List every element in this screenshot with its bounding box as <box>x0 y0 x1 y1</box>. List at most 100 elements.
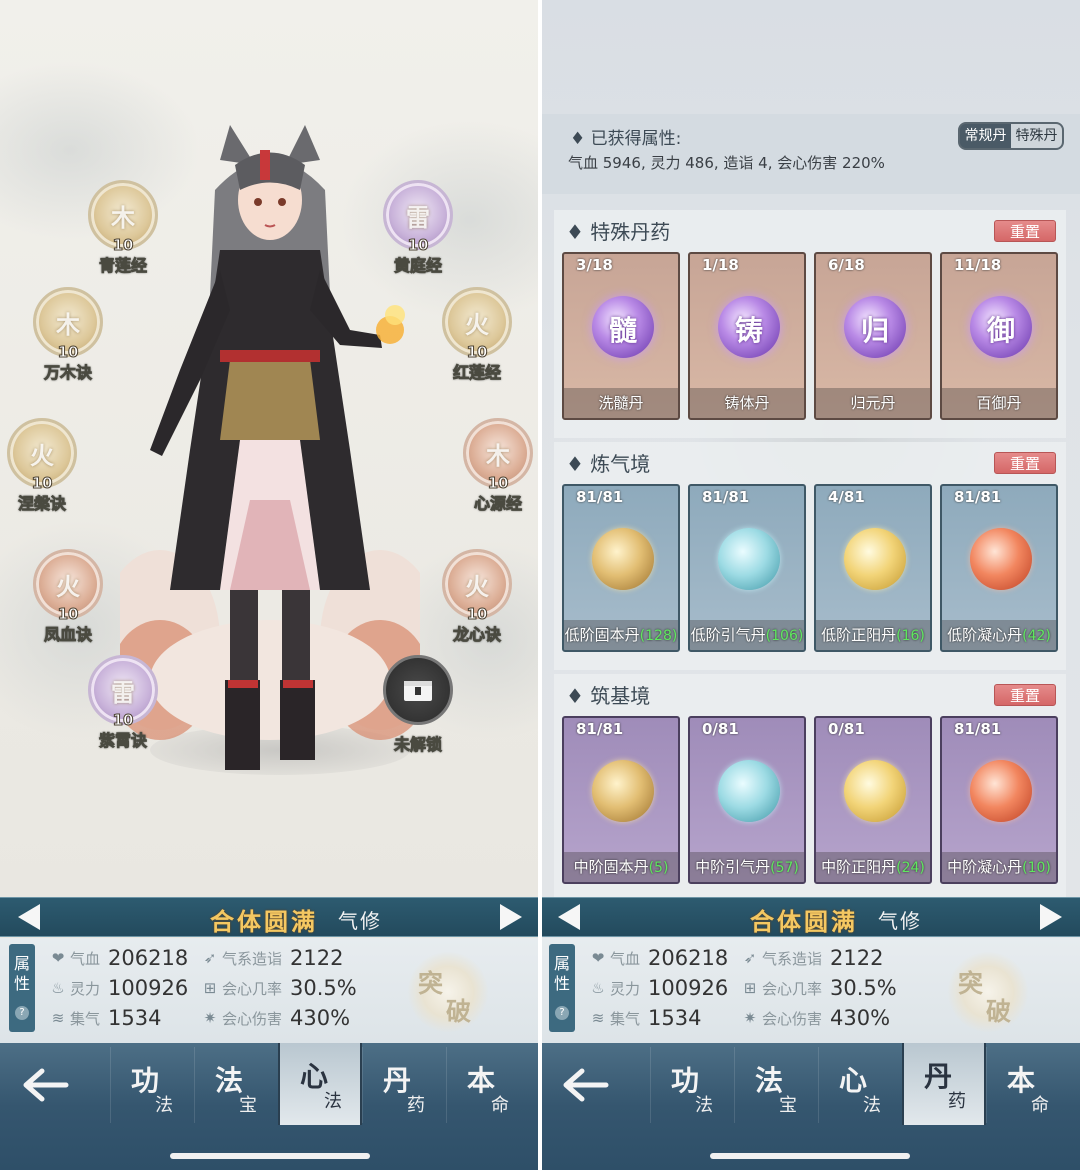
pill-card[interactable]: 81/81 中阶凝心丹(10) <box>940 716 1058 884</box>
pill-name: 低阶固本丹 <box>564 626 640 644</box>
next-arrow-icon[interactable] <box>500 904 522 930</box>
stat-crit-damage: ✷ 会心伤害 430% <box>200 1004 350 1032</box>
pill-orb-icon <box>592 760 654 822</box>
tab-fabao[interactable]: 法宝 <box>194 1047 278 1123</box>
tab-benming[interactable]: 本命 <box>446 1047 530 1123</box>
pill-name-bar: 低阶引气丹(106) <box>690 620 804 650</box>
heart-icon: ❤ <box>51 949 65 967</box>
pill-count: 6/18 <box>828 256 865 274</box>
next-arrow-icon[interactable] <box>1040 904 1062 930</box>
skill-node-xinyuan[interactable]: 木 10 心源经 <box>453 418 540 518</box>
pill-count: 81/81 <box>576 488 624 506</box>
skill-node-zixiao[interactable]: 雷 10 紫霄诀 <box>78 655 168 755</box>
skill-node-huangting[interactable]: 雷 10 黄庭经 <box>373 180 463 280</box>
flame-icon: ♨ <box>591 979 605 997</box>
pill-count: 11/18 <box>954 256 1002 274</box>
prev-arrow-icon[interactable] <box>18 904 40 930</box>
home-indicator[interactable] <box>170 1153 370 1159</box>
skill-name: 未解锁 <box>393 735 443 755</box>
pill-card[interactable]: 4/81 低阶正阳丹(16) <box>814 484 932 652</box>
pill-name-bar: 中阶正阳丹(24) <box>816 852 930 882</box>
pill-card[interactable]: 3/18 髓洗髓丹 <box>562 252 680 420</box>
tab-xinfa[interactable]: 心法 <box>818 1047 902 1123</box>
pill-type-toggle[interactable]: 常规丹 特殊丹 <box>958 122 1064 150</box>
obtained-attributes-title: ♦ 已获得属性: <box>570 129 682 149</box>
stats-area: 属性 ? ❤ 气血 206218 ♨ 灵力 100926 ≋ 集气 1534 ➶ 气系造诣 21… <box>540 938 1080 1043</box>
pill-name-bar: 低阶固本丹(128) <box>564 620 678 650</box>
stats-area: 属性 ? ❤ 气血 206218 ♨ 灵力 100926 ≋ 集气 1534 ➶ 气系造诣 21… <box>0 938 540 1043</box>
wind-icon: ➶ <box>203 949 217 967</box>
stat-qi-mastery: ➶ 气系造诣 2122 <box>200 944 344 972</box>
pill-card[interactable]: 0/81 中阶引气丹(57) <box>688 716 806 884</box>
back-arrow-icon[interactable] <box>22 1065 70 1105</box>
pill-card[interactable]: 81/81 中阶固本丹(5) <box>562 716 680 884</box>
heart-icon: ❤ <box>591 949 605 967</box>
pill-orb-icon <box>970 528 1032 590</box>
pill-card[interactable]: 11/18 御百御丹 <box>940 252 1058 420</box>
tab-benming[interactable]: 本命 <box>986 1047 1070 1123</box>
pill-card[interactable]: 1/18 铸铸体丹 <box>688 252 806 420</box>
skill-node-niepan[interactable]: 火 10 涅槃诀 <box>0 418 87 518</box>
back-arrow-icon[interactable] <box>562 1065 610 1105</box>
skill-node-fengxue[interactable]: 火 10 凤血诀 <box>23 549 113 649</box>
stat-mana: ♨ 灵力 100926 <box>48 974 188 1002</box>
tab-gongfa[interactable]: 功法 <box>110 1047 194 1123</box>
skill-node-wanmu[interactable]: 木 10 万木诀 <box>23 287 113 387</box>
pill-orb-icon <box>592 528 654 590</box>
tab-danyao[interactable]: 丹药 <box>362 1047 446 1123</box>
pill-orb-icon: 御 <box>970 296 1032 358</box>
realm-bar: 合体圆满 气修 <box>540 897 1080 937</box>
home-indicator[interactable] <box>710 1153 910 1159</box>
tab-danyao[interactable]: 丹药 <box>902 1043 986 1125</box>
crit-rate-icon: ⊞ <box>743 979 757 997</box>
pill-name-bar: 百御丹 <box>942 388 1056 418</box>
skill-name: 红莲经 <box>452 363 502 383</box>
help-icon[interactable]: ? <box>555 1006 569 1020</box>
attribute-tab[interactable]: 属性 ? <box>9 944 35 1032</box>
pill-name-bar: 低阶正阳丹(16) <box>816 620 930 650</box>
pill-count: 0/81 <box>828 720 865 738</box>
pill-card[interactable]: 81/81 低阶引气丹(106) <box>688 484 806 652</box>
breakthrough-button[interactable]: 突 破 <box>948 952 1028 1032</box>
toggle-regular-pill[interactable]: 常规丹 <box>960 124 1011 148</box>
tab-fabao[interactable]: 法宝 <box>734 1047 818 1123</box>
tab-xinfa[interactable]: 心法 <box>278 1043 362 1125</box>
skill-name: 龙心诀 <box>452 625 502 645</box>
pill-name: 低阶引气丹 <box>690 626 766 644</box>
pill-panel: ♦ 已获得属性: 气血 5946, 灵力 486, 造诣 4, 会心伤害 220… <box>540 0 1080 1170</box>
prev-arrow-icon[interactable] <box>558 904 580 930</box>
pill-count: 1/18 <box>702 256 739 274</box>
pill-card[interactable]: 6/18 归归元丹 <box>814 252 932 420</box>
pill-bonus: (24) <box>896 860 925 876</box>
toggle-special-pill[interactable]: 特殊丹 <box>1011 124 1062 148</box>
pill-section: ♦ 特殊丹药 重置 3/18 髓洗髓丹 1/18 铸铸体丹 6/18 归归元丹 11/18 御百御… <box>554 210 1066 438</box>
skill-name: 紫霄诀 <box>98 731 148 751</box>
mind-method-panel: 木 10 青莲经 木 10 万木诀 火 10 涅槃诀 火 10 凤血诀 雷 10… <box>0 0 540 1170</box>
skill-node-longxin[interactable]: 火 10 龙心诀 <box>432 549 522 649</box>
breakthrough-button[interactable]: 突 破 <box>408 952 488 1032</box>
pill-card[interactable]: 0/81 中阶正阳丹(24) <box>814 716 932 884</box>
attribute-tab[interactable]: 属性 ? <box>549 944 575 1032</box>
pill-name: 洗髓丹 <box>598 394 644 412</box>
skill-node-locked[interactable]: 未解锁 <box>373 655 463 755</box>
stat-crit-rate: ⊞ 会心几率 30.5% <box>200 974 357 1002</box>
realm-type: 气修 <box>878 909 922 933</box>
pill-count: 81/81 <box>702 488 750 506</box>
reset-button[interactable]: 重置 <box>994 452 1056 474</box>
reset-button[interactable]: 重置 <box>994 220 1056 242</box>
section-title: ♦ 特殊丹药 <box>566 220 671 244</box>
skill-name: 凤血诀 <box>43 625 93 645</box>
pill-card[interactable]: 81/81 低阶凝心丹(42) <box>940 484 1058 652</box>
pill-card[interactable]: 81/81 低阶固本丹(128) <box>562 484 680 652</box>
pill-bonus: (42) <box>1022 628 1051 644</box>
help-icon[interactable]: ? <box>15 1006 29 1020</box>
pill-name-bar: 中阶固本丹(5) <box>564 852 678 882</box>
skill-name: 万木诀 <box>43 363 93 383</box>
tab-gongfa[interactable]: 功法 <box>650 1047 734 1123</box>
pill-name: 低阶凝心丹 <box>947 626 1023 644</box>
pill-count: 3/18 <box>576 256 613 274</box>
reset-button[interactable]: 重置 <box>994 684 1056 706</box>
skill-name: 心源经 <box>473 494 523 514</box>
skill-node-qinglian[interactable]: 木 10 青莲经 <box>78 180 168 280</box>
skill-node-honglian[interactable]: 火 10 红莲经 <box>432 287 522 387</box>
